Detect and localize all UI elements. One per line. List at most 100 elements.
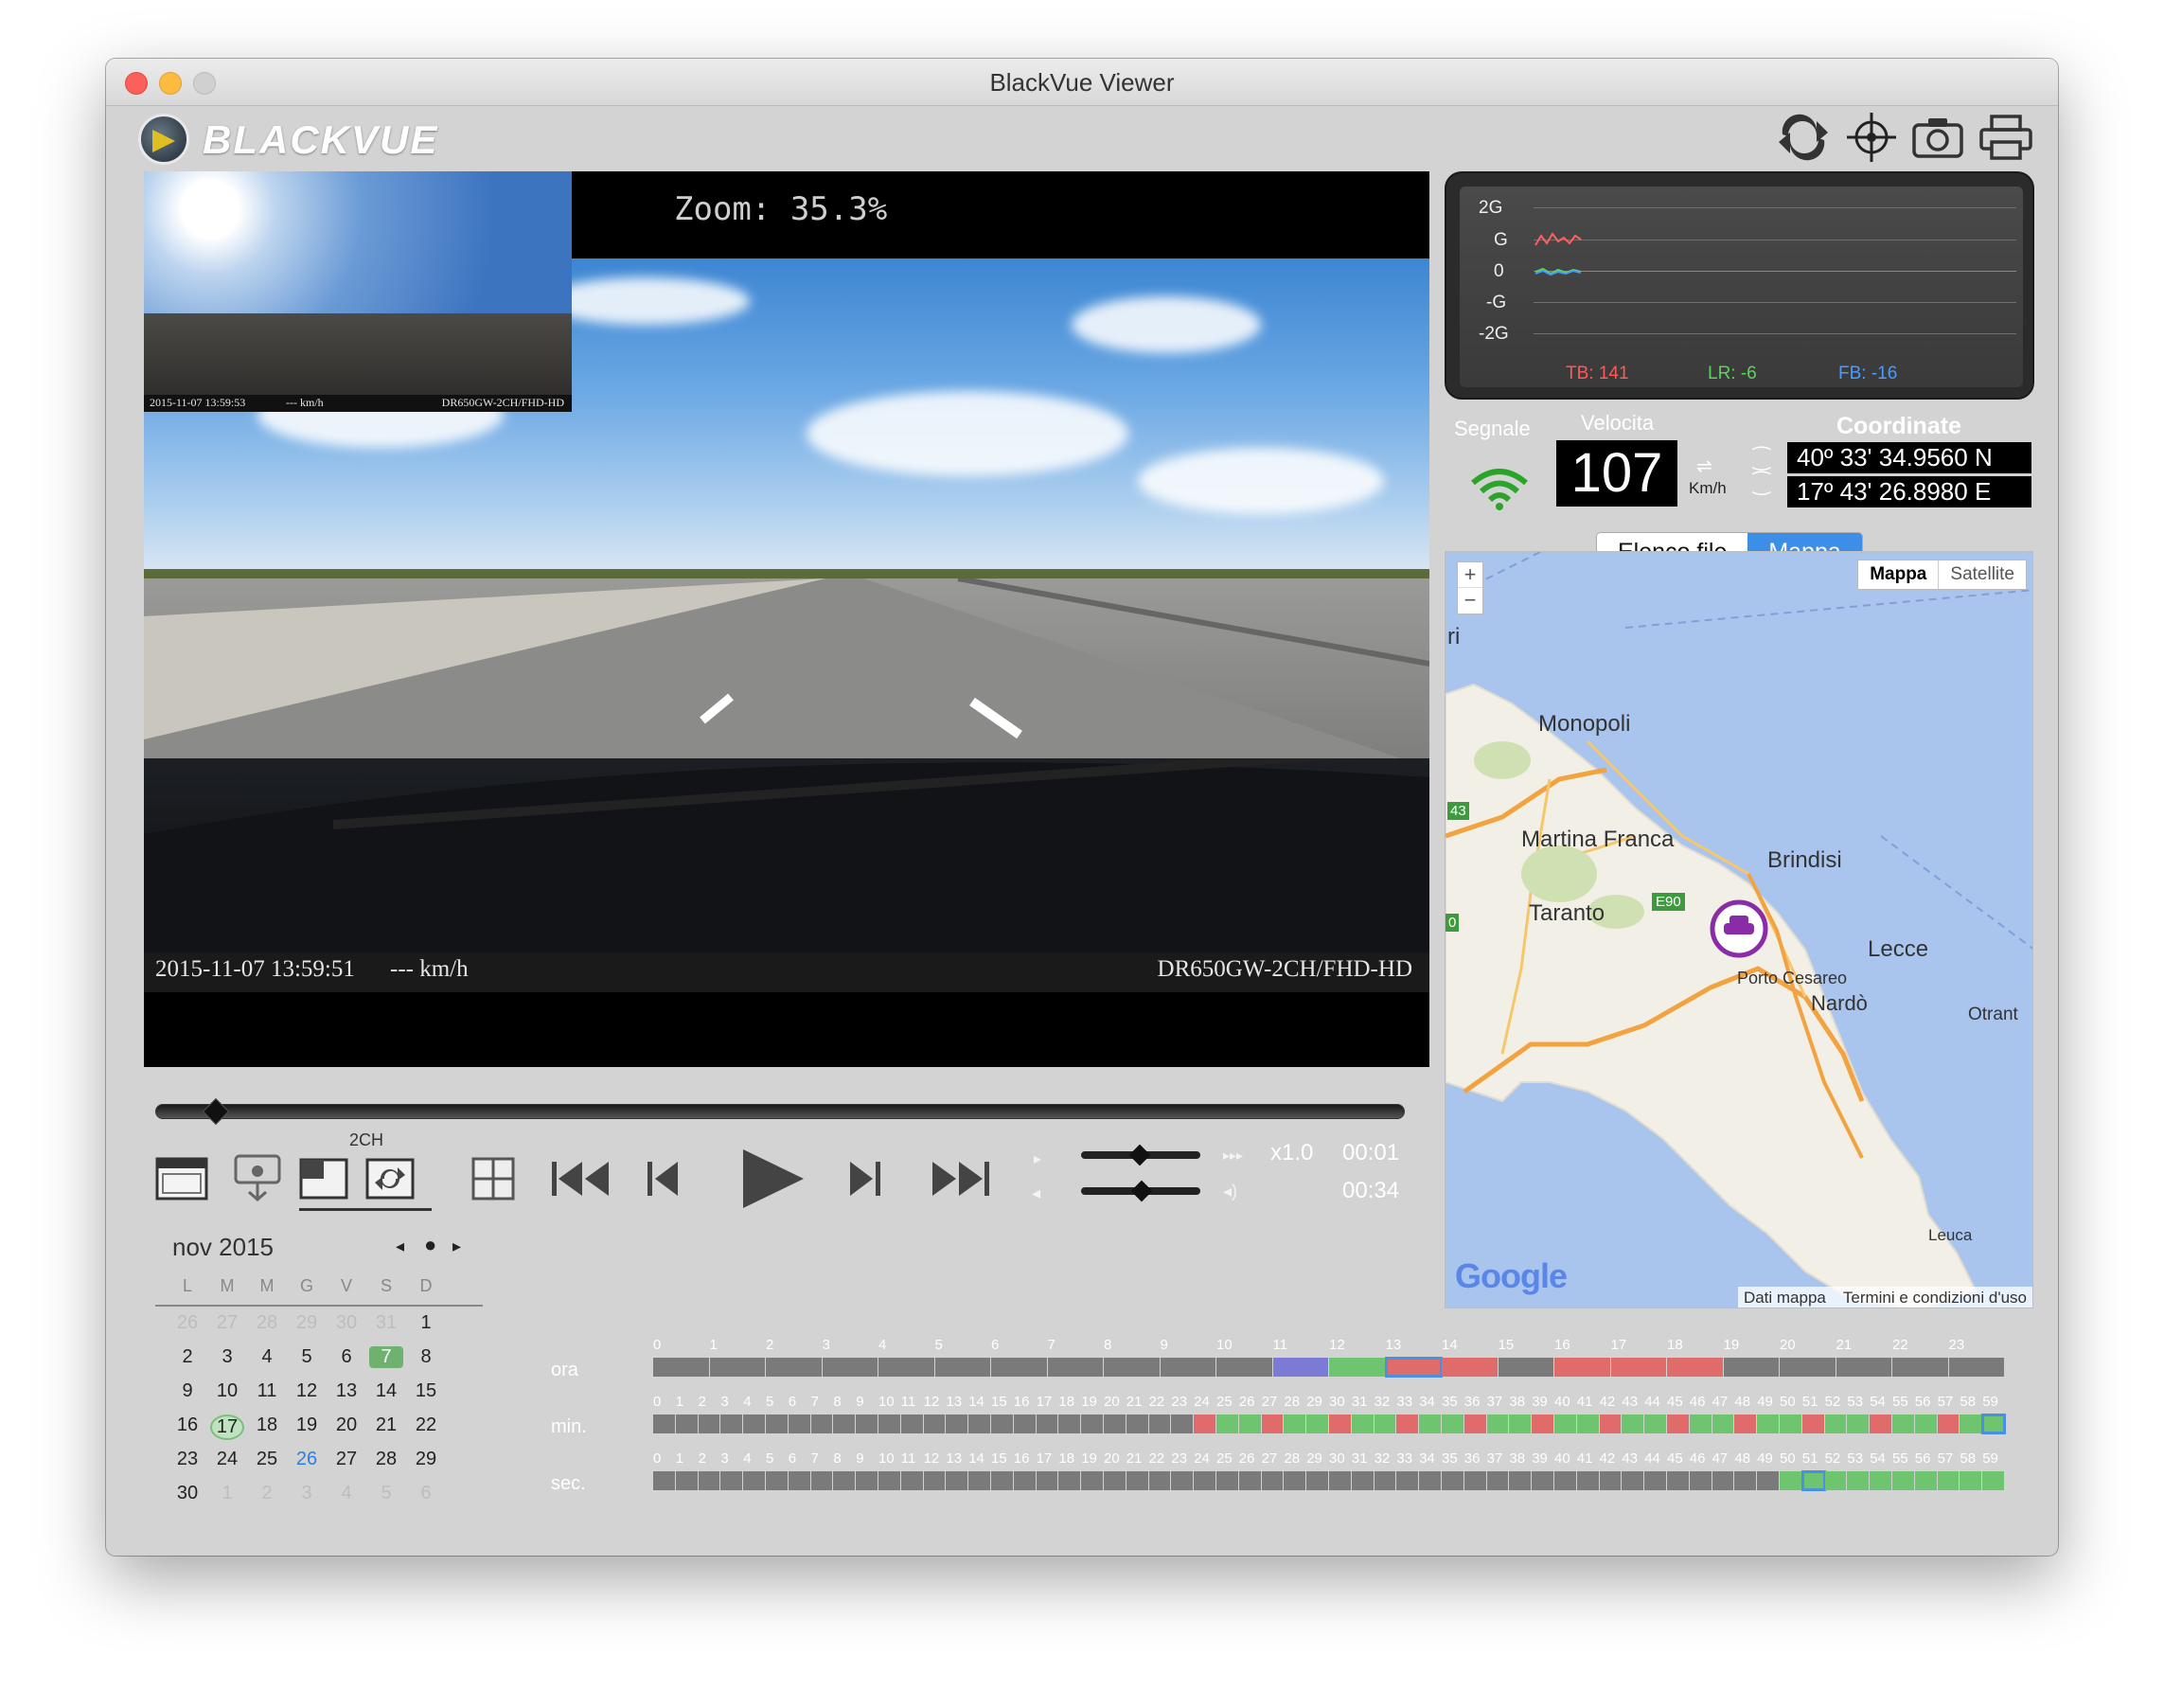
minute-segment[interactable]: [1463, 1414, 1487, 1433]
minute-segment[interactable]: [1960, 1414, 1983, 1433]
minute-segment[interactable]: [1870, 1414, 1892, 1433]
second-segment[interactable]: [900, 1471, 924, 1490]
hour-segment[interactable]: [991, 1358, 1048, 1377]
map-terms-link[interactable]: Termini e condizioni d'uso: [1843, 1289, 2027, 1308]
minute-segment[interactable]: [1013, 1414, 1037, 1433]
calendar-day[interactable]: 8: [409, 1346, 443, 1368]
calendar-day[interactable]: 27: [329, 1449, 364, 1470]
hour-segment[interactable]: [878, 1358, 935, 1377]
second-segment[interactable]: [833, 1471, 857, 1490]
minute-segment[interactable]: [900, 1414, 924, 1433]
hour-segment[interactable]: [1892, 1358, 1949, 1377]
hour-segment[interactable]: [1836, 1358, 1892, 1377]
hour-segment[interactable]: [709, 1358, 766, 1377]
second-segment[interactable]: [653, 1471, 676, 1490]
minute-segment[interactable]: [1238, 1414, 1262, 1433]
pip-layout-button[interactable]: [295, 1155, 352, 1202]
calendar-day[interactable]: 11: [250, 1380, 284, 1402]
minute-segment[interactable]: [991, 1414, 1014, 1433]
calendar-day[interactable]: 21: [369, 1414, 403, 1436]
minute-segment[interactable]: [1914, 1414, 1938, 1433]
minute-segment[interactable]: [1104, 1414, 1126, 1433]
calendar-day[interactable]: 7: [369, 1346, 403, 1368]
map-data-link[interactable]: Dati mappa: [1744, 1289, 1826, 1308]
second-segment[interactable]: [1306, 1471, 1329, 1490]
next-frame-button[interactable]: [844, 1157, 886, 1201]
minute-segment[interactable]: [1780, 1414, 1802, 1433]
second-segment[interactable]: [1576, 1471, 1600, 1490]
export-button[interactable]: [229, 1151, 286, 1204]
second-segment[interactable]: [1442, 1471, 1464, 1490]
calendar-today-icon[interactable]: ●: [424, 1233, 436, 1257]
open-folder-button[interactable]: [153, 1155, 210, 1202]
minute-segment[interactable]: [1599, 1414, 1623, 1433]
second-segment[interactable]: [1351, 1471, 1375, 1490]
hour-segment[interactable]: [1442, 1358, 1499, 1377]
minute-segment[interactable]: [1532, 1414, 1554, 1433]
hour-segment[interactable]: [1047, 1358, 1104, 1377]
minute-segment[interactable]: [878, 1414, 901, 1433]
minute-segment[interactable]: [1689, 1414, 1712, 1433]
minute-segment[interactable]: [923, 1414, 947, 1433]
second-segment[interactable]: [1824, 1471, 1848, 1490]
calendar-day[interactable]: 5: [290, 1346, 324, 1368]
minute-segment[interactable]: [833, 1414, 857, 1433]
minute-segment[interactable]: [856, 1414, 878, 1433]
next-file-button[interactable]: [928, 1157, 994, 1201]
minute-segment[interactable]: [1351, 1414, 1375, 1433]
playback-speed-handle[interactable]: [1128, 1144, 1151, 1166]
calendar-day[interactable]: 18: [250, 1414, 284, 1436]
minute-segment[interactable]: [1576, 1414, 1600, 1433]
minute-segment[interactable]: [1148, 1414, 1172, 1433]
second-segment[interactable]: [1036, 1471, 1059, 1490]
camera-snapshot-icon[interactable]: [1907, 106, 1969, 169]
hour-segment[interactable]: [1723, 1358, 1780, 1377]
seek-bar[interactable]: [155, 1104, 1405, 1119]
second-segment[interactable]: [1396, 1471, 1420, 1490]
hour-segment[interactable]: [934, 1358, 991, 1377]
second-segment[interactable]: [1171, 1471, 1195, 1490]
minute-segment[interactable]: [1757, 1414, 1780, 1433]
second-segment[interactable]: [1509, 1471, 1533, 1490]
calendar-day[interactable]: 23: [170, 1449, 204, 1470]
second-segment[interactable]: [1689, 1471, 1712, 1490]
second-segment[interactable]: [1238, 1471, 1262, 1490]
fullscreen-grid-button[interactable]: [470, 1155, 517, 1202]
hour-segment[interactable]: [1610, 1358, 1667, 1377]
minute-segment[interactable]: [1937, 1414, 1960, 1433]
rear-camera-pip[interactable]: 2015-11-07 13:59:53 --- km/h DR650GW-2CH…: [144, 171, 572, 412]
hour-segment[interactable]: [1272, 1358, 1329, 1377]
play-button[interactable]: [735, 1144, 810, 1214]
second-segment[interactable]: [1622, 1471, 1645, 1490]
second-segment[interactable]: [923, 1471, 947, 1490]
second-segment[interactable]: [968, 1471, 991, 1490]
calendar-day[interactable]: 29: [409, 1449, 443, 1470]
second-segment[interactable]: [766, 1471, 789, 1490]
minute-segment[interactable]: [698, 1414, 721, 1433]
second-segment[interactable]: [1937, 1471, 1960, 1490]
second-segment[interactable]: [1757, 1471, 1780, 1490]
minute-segment[interactable]: [675, 1414, 699, 1433]
minute-segment[interactable]: [1442, 1414, 1464, 1433]
calendar-day[interactable]: 20: [329, 1414, 364, 1436]
minute-segment[interactable]: [653, 1414, 676, 1433]
minute-segment[interactable]: [810, 1414, 834, 1433]
minute-segment[interactable]: [1126, 1414, 1149, 1433]
calendar-prev-icon[interactable]: ◂: [396, 1237, 404, 1256]
second-segment[interactable]: [1914, 1471, 1938, 1490]
minute-segment[interactable]: [1194, 1414, 1216, 1433]
second-segment[interactable]: [698, 1471, 721, 1490]
second-segment[interactable]: [1463, 1471, 1487, 1490]
map-view[interactable]: + − Mappa Satellite Monopoli Martina Fra…: [1445, 551, 2033, 1308]
second-segment[interactable]: [946, 1471, 969, 1490]
volume-handle[interactable]: [1130, 1180, 1153, 1202]
calendar-day[interactable]: 14: [369, 1380, 403, 1402]
seek-bar-handle[interactable]: [202, 1097, 230, 1126]
second-segment[interactable]: [1419, 1471, 1442, 1490]
second-segment[interactable]: [1081, 1471, 1104, 1490]
second-segment[interactable]: [1870, 1471, 1892, 1490]
minute-segment[interactable]: [1981, 1414, 2006, 1434]
minute-segment[interactable]: [1284, 1414, 1307, 1433]
minute-segment[interactable]: [1486, 1414, 1510, 1433]
minute-segment[interactable]: [1396, 1414, 1420, 1433]
